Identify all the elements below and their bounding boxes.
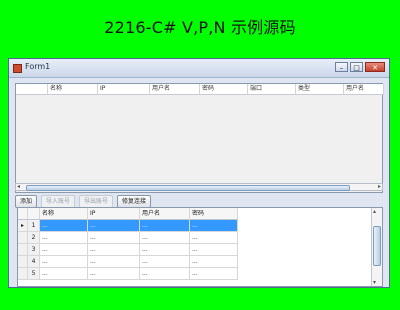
row-number: 1 bbox=[28, 220, 40, 232]
maximize-button[interactable]: □ bbox=[350, 62, 363, 72]
password-cell: ... bbox=[190, 232, 238, 244]
column-header[interactable]: IP bbox=[98, 84, 150, 94]
toolbar: 添加 导入账号 导出账号 修复连接 bbox=[15, 195, 152, 208]
column-header[interactable]: 密码 bbox=[190, 208, 238, 220]
ip-cell: ... bbox=[88, 244, 140, 256]
column-header[interactable] bbox=[16, 84, 48, 94]
title-bar[interactable]: Form1 – □ ✕ bbox=[9, 59, 389, 78]
name-cell: ... bbox=[40, 220, 88, 232]
name-cell: ... bbox=[40, 244, 88, 256]
row-indicator bbox=[18, 244, 28, 256]
app-icon bbox=[13, 64, 22, 73]
server-grid-header: 名称 IP 用户名 密码 端口 类型 用户名 bbox=[16, 84, 384, 95]
ip-cell: ... bbox=[88, 256, 140, 268]
column-header[interactable]: 端口 bbox=[248, 84, 296, 94]
password-cell: ... bbox=[190, 268, 238, 280]
name-cell: ... bbox=[40, 268, 88, 280]
scroll-down-icon[interactable]: ▾ bbox=[373, 279, 376, 286]
corner-cell bbox=[18, 208, 28, 220]
table-row[interactable]: 2............ bbox=[18, 232, 238, 244]
password-cell: ... bbox=[190, 256, 238, 268]
table-row[interactable]: ▸ 1............ bbox=[18, 220, 238, 232]
column-header[interactable]: 密码 bbox=[200, 84, 248, 94]
user-cell: ... bbox=[140, 256, 190, 268]
password-cell: ... bbox=[190, 244, 238, 256]
ip-cell: ... bbox=[88, 232, 140, 244]
window-title: Form1 bbox=[25, 62, 51, 71]
account-grid-header: 名称 IP 用户名 密码 bbox=[18, 208, 238, 220]
scroll-left-icon[interactable]: ◂ bbox=[17, 183, 20, 190]
row-indicator: ▸ bbox=[18, 220, 28, 232]
account-grid[interactable]: 名称 IP 用户名 密码 ▸ 1............ 2............ 3...… bbox=[17, 207, 383, 287]
vertical-scrollbar[interactable]: ▴ ▾ bbox=[371, 208, 382, 286]
row-number: 4 bbox=[28, 256, 40, 268]
vertical-scroll-thumb[interactable] bbox=[373, 226, 381, 266]
form-window: Form1 – □ ✕ 名称 IP 用户名 密码 端口 类型 用户名 ◂ ▸ 添加 导入账号导… bbox=[8, 58, 390, 288]
row-indicator bbox=[18, 268, 28, 280]
row-indicator bbox=[18, 256, 28, 268]
row-indicator bbox=[18, 232, 28, 244]
password-cell: ... bbox=[190, 220, 238, 232]
corner-cell bbox=[28, 208, 40, 220]
column-header[interactable]: 用户名 bbox=[344, 84, 384, 94]
column-header[interactable]: IP bbox=[88, 208, 140, 220]
scroll-right-icon[interactable]: ▸ bbox=[378, 183, 381, 190]
user-cell: ... bbox=[140, 244, 190, 256]
table-row[interactable]: 3............ bbox=[18, 244, 238, 256]
name-cell: ... bbox=[40, 256, 88, 268]
column-header[interactable]: 用户名 bbox=[150, 84, 200, 94]
table-row[interactable]: 5............ bbox=[18, 268, 238, 280]
column-header[interactable]: 用户名 bbox=[140, 208, 190, 220]
name-cell: ... bbox=[40, 232, 88, 244]
column-header[interactable]: 类型 bbox=[296, 84, 344, 94]
column-header[interactable]: 名称 bbox=[40, 208, 88, 220]
user-cell: ... bbox=[140, 232, 190, 244]
ip-cell: ... bbox=[88, 220, 140, 232]
ip-cell: ... bbox=[88, 268, 140, 280]
column-header[interactable]: 名称 bbox=[48, 84, 98, 94]
user-cell: ... bbox=[140, 268, 190, 280]
row-number: 3 bbox=[28, 244, 40, 256]
server-grid[interactable]: 名称 IP 用户名 密码 端口 类型 用户名 bbox=[15, 83, 384, 193]
scroll-up-icon[interactable]: ▴ bbox=[373, 208, 376, 215]
minimize-button[interactable]: – bbox=[335, 62, 348, 72]
row-number: 2 bbox=[28, 232, 40, 244]
scroll-thumb[interactable] bbox=[26, 185, 350, 191]
window-controls: – □ ✕ bbox=[335, 62, 385, 72]
table-row[interactable]: 4............ bbox=[18, 256, 238, 268]
user-cell: ... bbox=[140, 220, 190, 232]
row-number: 5 bbox=[28, 268, 40, 280]
horizontal-scrollbar[interactable]: ◂ ▸ bbox=[15, 183, 383, 191]
close-button[interactable]: ✕ bbox=[365, 62, 385, 72]
banner-title: 2216-C# V,P,N 示例源码 bbox=[104, 18, 296, 37]
